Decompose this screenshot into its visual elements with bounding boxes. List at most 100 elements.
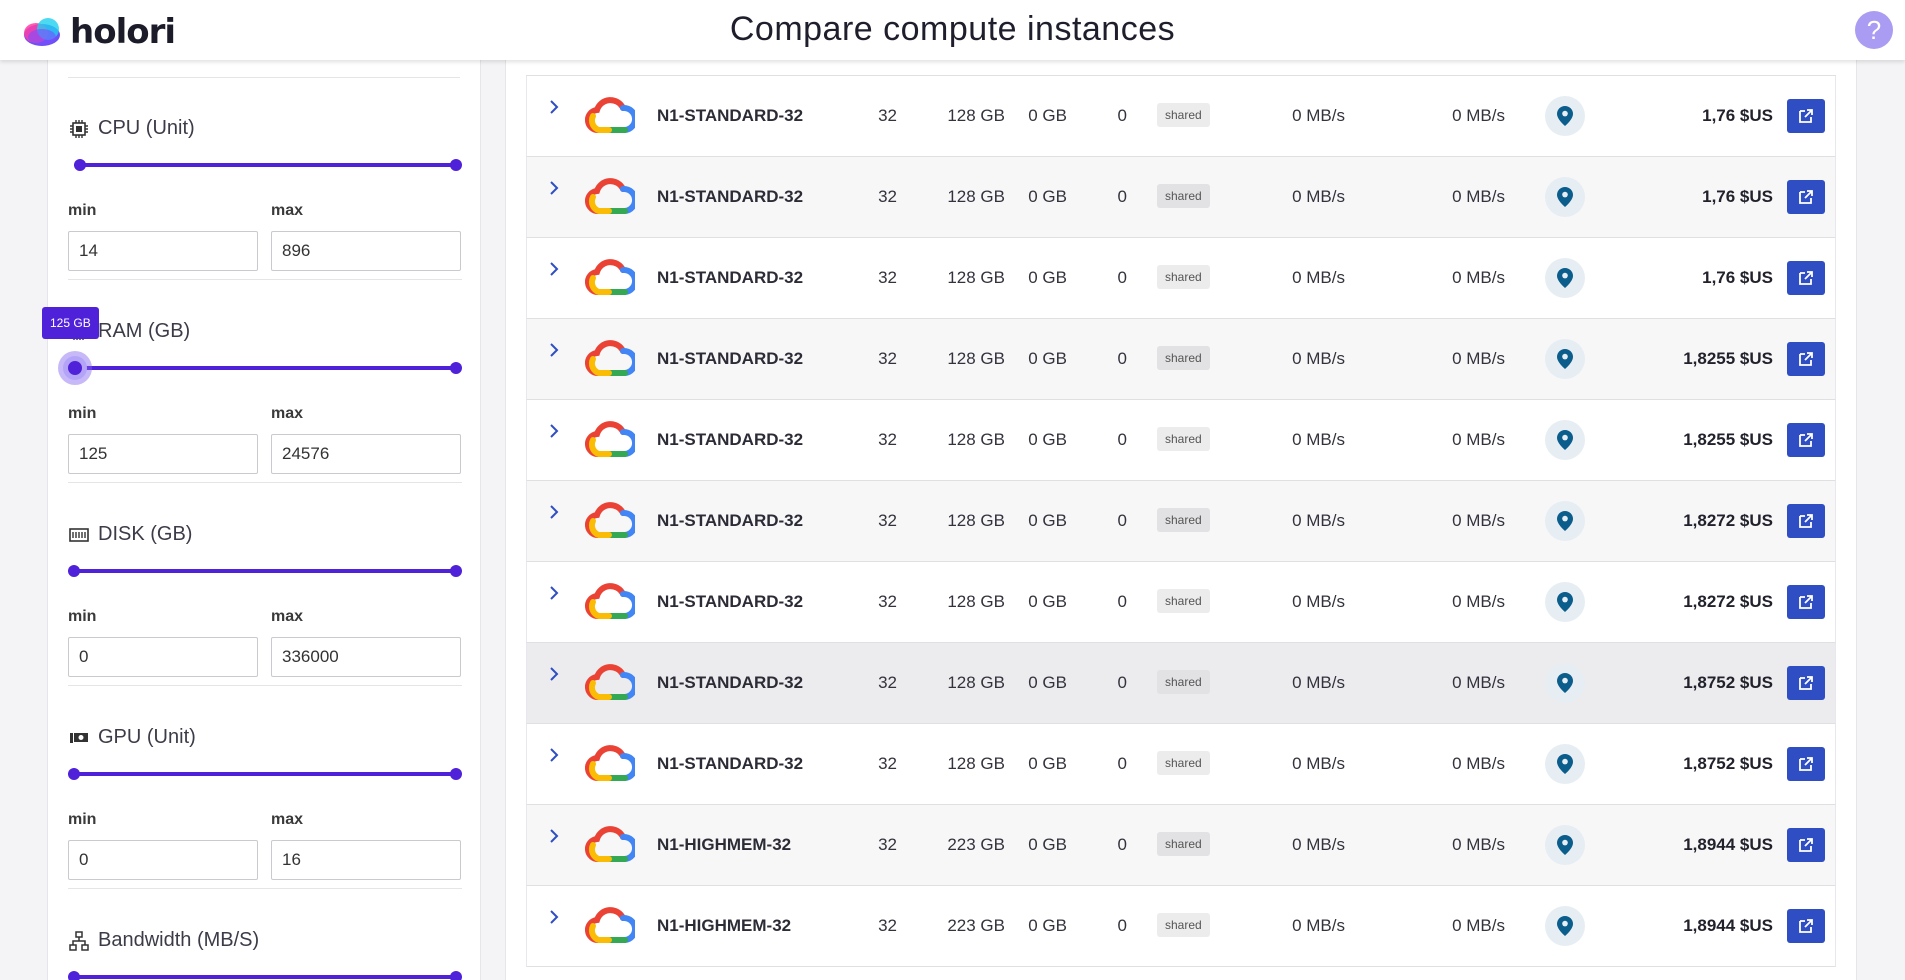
bandwidth-min-handle[interactable] xyxy=(68,971,80,980)
chevron-right-icon[interactable] xyxy=(545,746,563,764)
bandwidth-max-handle[interactable] xyxy=(450,971,462,980)
disk-max-handle[interactable] xyxy=(450,565,462,577)
instance-name: N1-STANDARD-32 xyxy=(657,268,804,287)
table-row[interactable]: N1-STANDARD-32 32 128 GB 0 GB 0 shared 0… xyxy=(526,238,1836,319)
location-pin-icon xyxy=(1557,673,1573,693)
network-in-value: 0 MB/s xyxy=(1292,592,1345,611)
location-button[interactable] xyxy=(1545,96,1585,136)
gpu-range-slider[interactable] xyxy=(68,764,462,784)
table-row[interactable]: N1-STANDARD-32 32 128 GB 0 GB 0 shared 0… xyxy=(526,562,1836,643)
price-value: 1,76 $US xyxy=(1702,106,1773,125)
help-button[interactable]: ? xyxy=(1855,11,1893,49)
vcpu-value: 32 xyxy=(878,916,897,935)
open-instance-button[interactable] xyxy=(1787,747,1825,781)
location-pin-icon xyxy=(1557,835,1573,855)
bandwidth-range-slider[interactable] xyxy=(68,967,462,980)
ram-min-input[interactable] xyxy=(68,434,258,474)
chevron-right-icon[interactable] xyxy=(545,98,563,116)
open-instance-button[interactable] xyxy=(1787,585,1825,619)
table-row[interactable]: N1-STANDARD-32 32 128 GB 0 GB 0 shared 0… xyxy=(526,724,1836,805)
chevron-right-icon[interactable] xyxy=(545,422,563,440)
open-instance-button[interactable] xyxy=(1787,261,1825,295)
disk-range-slider[interactable] xyxy=(68,561,462,581)
disk-value: 0 GB xyxy=(1028,268,1067,287)
location-button[interactable] xyxy=(1545,258,1585,298)
open-instance-button[interactable] xyxy=(1787,666,1825,700)
chevron-right-icon[interactable] xyxy=(545,827,563,845)
external-link-icon xyxy=(1799,433,1813,447)
chevron-right-icon[interactable] xyxy=(545,260,563,278)
cpu-filter-title: CPU (Unit) xyxy=(68,117,195,140)
open-instance-button[interactable] xyxy=(1787,99,1825,133)
ram-max-input[interactable] xyxy=(271,434,461,474)
ram-range-slider[interactable]: 125 GB xyxy=(42,307,462,380)
disk-filter-title: DISK (GB) xyxy=(68,523,192,546)
location-button[interactable] xyxy=(1545,663,1585,703)
gpu-value: 0 xyxy=(1117,349,1127,368)
open-instance-button[interactable] xyxy=(1787,909,1825,943)
ram-value: 128 GB xyxy=(947,673,1005,692)
gpu-value: 0 xyxy=(1117,106,1127,125)
disk-min-input[interactable] xyxy=(68,637,258,677)
gpu-filter: GPU (Unit) min max xyxy=(68,686,462,889)
gpu-max-handle[interactable] xyxy=(450,768,462,780)
chevron-right-icon[interactable] xyxy=(545,908,563,926)
instance-name: N1-STANDARD-32 xyxy=(657,430,804,449)
table-row[interactable]: N1-STANDARD-32 32 128 GB 0 GB 0 shared 0… xyxy=(526,319,1836,400)
location-button[interactable] xyxy=(1545,177,1585,217)
table-row[interactable]: N1-HIGHMEM-32 32 223 GB 0 GB 0 shared 0 … xyxy=(526,805,1836,886)
open-instance-button[interactable] xyxy=(1787,180,1825,214)
ram-max-handle[interactable] xyxy=(450,362,462,374)
table-row[interactable]: N1-HIGHMEM-32 32 223 GB 0 GB 0 shared 0 … xyxy=(526,886,1836,967)
location-button[interactable] xyxy=(1545,339,1585,379)
location-button[interactable] xyxy=(1545,906,1585,946)
cpu-range-slider[interactable] xyxy=(68,155,462,175)
table-row[interactable]: N1-STANDARD-32 32 128 GB 0 GB 0 shared 0… xyxy=(526,76,1836,157)
gpu-value: 0 xyxy=(1117,916,1127,935)
table-row[interactable]: N1-STANDARD-32 32 128 GB 0 GB 0 shared 0… xyxy=(526,157,1836,238)
network-in-value: 0 MB/s xyxy=(1292,754,1345,773)
cpu-max-handle[interactable] xyxy=(450,159,462,171)
cpu-min-handle[interactable] xyxy=(74,159,86,171)
chevron-right-icon[interactable] xyxy=(545,179,563,197)
ram-value: 128 GB xyxy=(947,754,1005,773)
network-in-value: 0 MB/s xyxy=(1292,430,1345,449)
gpu-min-input[interactable] xyxy=(68,840,258,880)
gpu-min-handle[interactable] xyxy=(68,768,80,780)
location-button[interactable] xyxy=(1545,501,1585,541)
chevron-right-icon[interactable] xyxy=(545,665,563,683)
price-value: 1,8272 $US xyxy=(1683,592,1773,611)
cpu-type-badge: shared xyxy=(1157,265,1210,289)
table-row[interactable]: N1-STANDARD-32 32 128 GB 0 GB 0 shared 0… xyxy=(526,643,1836,724)
instances-table: N1-STANDARD-32 32 128 GB 0 GB 0 shared 0… xyxy=(526,75,1836,967)
disk-max-input[interactable] xyxy=(271,637,461,677)
app-header: holori Compare compute instances ? xyxy=(0,0,1905,60)
disk-min-handle[interactable] xyxy=(68,565,80,577)
ram-value: 128 GB xyxy=(947,268,1005,287)
open-instance-button[interactable] xyxy=(1787,423,1825,457)
location-button[interactable] xyxy=(1545,420,1585,460)
table-row[interactable]: N1-STANDARD-32 32 128 GB 0 GB 0 shared 0… xyxy=(526,400,1836,481)
chevron-right-icon[interactable] xyxy=(545,341,563,359)
open-instance-button[interactable] xyxy=(1787,342,1825,376)
location-button[interactable] xyxy=(1545,825,1585,865)
cpu-max-input[interactable] xyxy=(271,231,461,271)
cpu-type-badge: shared xyxy=(1157,670,1210,694)
gpu-value: 0 xyxy=(1117,268,1127,287)
ram-min-handle[interactable]: 125 GB xyxy=(42,307,99,380)
cpu-min-input[interactable] xyxy=(68,231,258,271)
network-in-value: 0 MB/s xyxy=(1292,916,1345,935)
open-instance-button[interactable] xyxy=(1787,504,1825,538)
google-cloud-icon xyxy=(585,664,635,701)
location-button[interactable] xyxy=(1545,582,1585,622)
network-in-value: 0 MB/s xyxy=(1292,673,1345,692)
chevron-right-icon[interactable] xyxy=(545,503,563,521)
network-out-value: 0 MB/s xyxy=(1452,430,1505,449)
table-row[interactable]: N1-STANDARD-32 32 128 GB 0 GB 0 shared 0… xyxy=(526,481,1836,562)
external-link-icon xyxy=(1799,595,1813,609)
location-button[interactable] xyxy=(1545,744,1585,784)
open-instance-button[interactable] xyxy=(1787,828,1825,862)
gpu-max-input[interactable] xyxy=(271,840,461,880)
chevron-right-icon[interactable] xyxy=(545,584,563,602)
disk-value: 0 GB xyxy=(1028,673,1067,692)
